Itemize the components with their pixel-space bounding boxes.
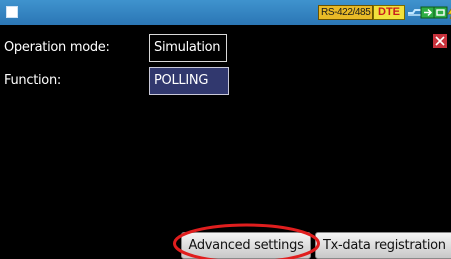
- operation-mode-label: Operation mode:: [4, 40, 110, 55]
- power-icon: [447, 8, 451, 20]
- tx-data-registration-button[interactable]: Tx-data registration: [315, 232, 451, 259]
- menu-icon[interactable]: [6, 6, 18, 18]
- interface-badge: RS-422/485: [318, 5, 374, 20]
- close-icon[interactable]: [433, 34, 447, 48]
- advanced-settings-button[interactable]: Advanced settings: [181, 232, 311, 259]
- status-bar: RS-422/485 DTE: [0, 0, 451, 25]
- function-field[interactable]: POLLING: [149, 67, 229, 95]
- operation-mode-field[interactable]: Simulation: [149, 34, 227, 62]
- dte-badge: DTE: [373, 5, 405, 20]
- function-label: Function:: [4, 73, 61, 88]
